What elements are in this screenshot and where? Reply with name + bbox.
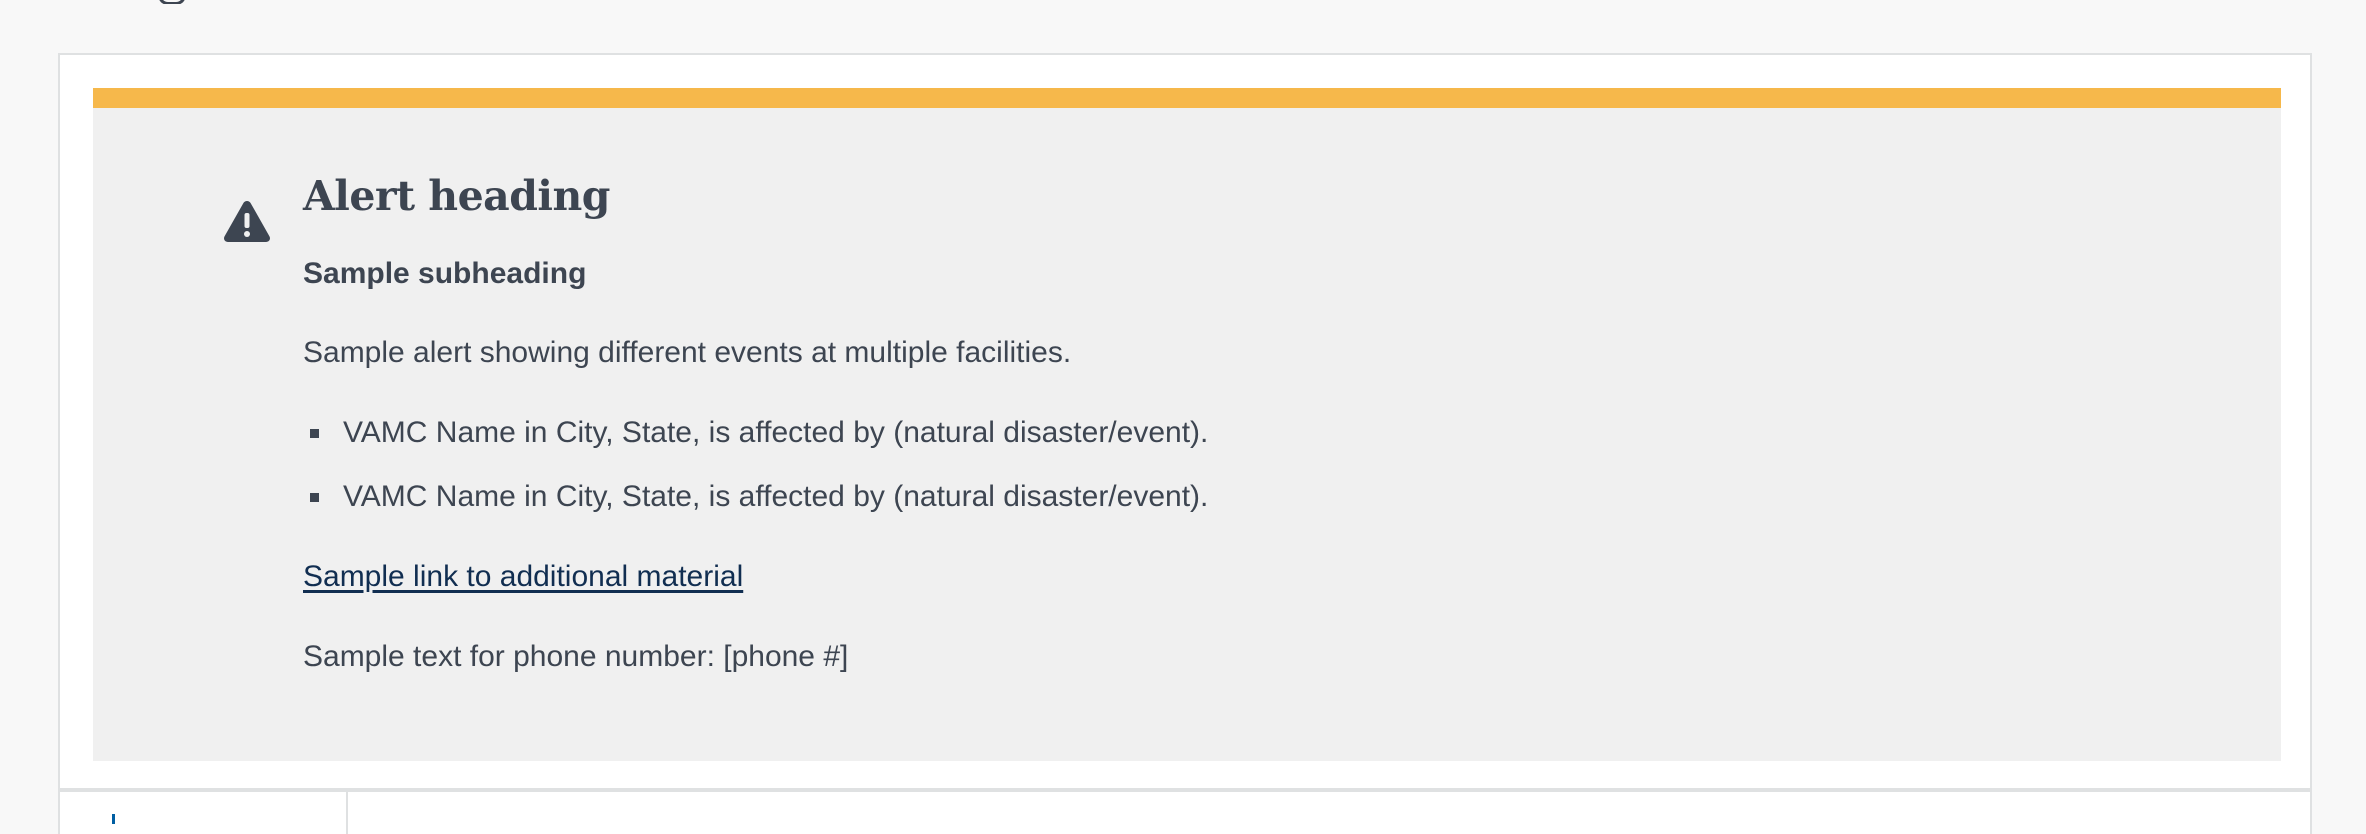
warning-alert: Alert heading Sample subheading Sample a… xyxy=(93,88,2281,761)
alert-text: Sample alert showing different events at… xyxy=(303,336,1072,369)
alert-subheading: Sample subheading xyxy=(303,257,587,290)
list-item: VAMC Name in City, State, is affected by… xyxy=(303,477,2203,517)
phone-number-text: Sample text for phone number: [phone #] xyxy=(303,640,849,673)
facility-list: VAMC Name in City, State, is affected by… xyxy=(303,413,2203,517)
example-preview-frame: Alert heading Sample subheading Sample a… xyxy=(58,53,2312,834)
list-item-text: VAMC Name in City, State, is affected by… xyxy=(343,416,1209,449)
tab-first[interactable] xyxy=(60,792,348,834)
code-tabs-bar xyxy=(60,788,2310,834)
alert-body: Alert heading Sample subheading Sample a… xyxy=(303,168,2203,677)
additional-material-link[interactable]: Sample link to additional material xyxy=(303,557,743,597)
clipped-heading-fragment xyxy=(118,0,208,4)
list-item: VAMC Name in City, State, is affected by… xyxy=(303,413,2203,453)
alert-heading: Alert heading xyxy=(303,172,610,220)
square-bullet-icon xyxy=(310,493,319,502)
warning-triangle-icon xyxy=(224,201,270,242)
list-item-text: VAMC Name in City, State, is affected by… xyxy=(343,480,1209,513)
page: Alert heading Sample subheading Sample a… xyxy=(0,0,2366,834)
square-bullet-icon xyxy=(310,429,319,438)
tab-label-fragment xyxy=(112,814,115,824)
